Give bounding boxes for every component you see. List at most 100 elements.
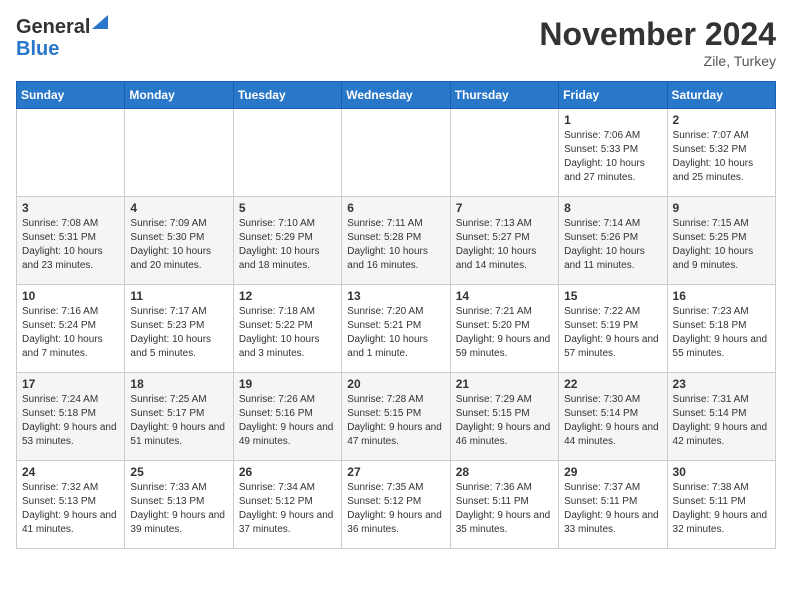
calendar-day-cell <box>233 109 341 197</box>
calendar-day-cell: 24Sunrise: 7:32 AM Sunset: 5:13 PM Dayli… <box>17 461 125 549</box>
calendar-day-cell: 27Sunrise: 7:35 AM Sunset: 5:12 PM Dayli… <box>342 461 450 549</box>
calendar-day-cell: 7 Sunrise: 7:13 AM Sunset: 5:27 PM Daylig… <box>450 197 558 285</box>
day-info: Sunrise: 7:11 AM Sunset: 5:28 PM Dayligh… <box>347 217 444 273</box>
day-number: 28 <box>456 465 553 479</box>
calendar-day-cell: 20 Sunrise: 7:28 AM Sunset: 5:15 PM Dayli… <box>342 373 450 461</box>
calendar-week-row: 3 Sunrise: 7:08 AM Sunset: 5:31 PM Daylig… <box>17 197 776 285</box>
day-number: 30 <box>673 465 770 479</box>
day-number: 13 <box>347 289 444 303</box>
calendar-day-cell: 4 Sunrise: 7:09 AM Sunset: 5:30 PM Daylig… <box>125 197 233 285</box>
calendar-week-row: 1 Sunrise: 7:06 AM Sunset: 5:33 PM Daylig… <box>17 109 776 197</box>
calendar-day-cell: 11 Sunrise: 7:17 AM Sunset: 5:23 PM Dayli… <box>125 285 233 373</box>
day-number: 6 <box>347 201 444 215</box>
day-number: 25 <box>130 465 227 479</box>
day-info: Sunrise: 7:37 AM Sunset: 5:11 PM Dayligh… <box>564 481 661 537</box>
day-number: 29 <box>564 465 661 479</box>
day-of-week-header: Wednesday <box>342 82 450 109</box>
day-number: 20 <box>347 377 444 391</box>
calendar-day-cell: 16Sunrise: 7:23 AM Sunset: 5:18 PM Dayli… <box>667 285 775 373</box>
day-info: Sunrise: 7:10 AM Sunset: 5:29 PM Dayligh… <box>239 217 336 273</box>
day-info: Sunrise: 7:07 AM Sunset: 5:32 PM Dayligh… <box>673 129 770 185</box>
calendar-day-cell: 29 Sunrise: 7:37 AM Sunset: 5:11 PM Dayli… <box>559 461 667 549</box>
day-info: Sunrise: 7:21 AM Sunset: 5:20 PM Dayligh… <box>456 305 553 361</box>
calendar-day-cell: 5 Sunrise: 7:10 AM Sunset: 5:29 PM Daylig… <box>233 197 341 285</box>
logo-text-blue: Blue <box>16 38 90 60</box>
day-number: 14 <box>456 289 553 303</box>
calendar-day-cell: 30Sunrise: 7:38 AM Sunset: 5:11 PM Dayli… <box>667 461 775 549</box>
day-number: 26 <box>239 465 336 479</box>
day-number: 3 <box>22 201 119 215</box>
day-number: 21 <box>456 377 553 391</box>
calendar-day-cell: 12 Sunrise: 7:18 AM Sunset: 5:22 PM Dayli… <box>233 285 341 373</box>
day-info: Sunrise: 7:22 AM Sunset: 5:19 PM Dayligh… <box>564 305 661 361</box>
day-info: Sunrise: 7:26 AM Sunset: 5:16 PM Dayligh… <box>239 393 336 449</box>
day-info: Sunrise: 7:09 AM Sunset: 5:30 PM Dayligh… <box>130 217 227 273</box>
calendar-day-cell: 2 Sunrise: 7:07 AM Sunset: 5:32 PM Daylig… <box>667 109 775 197</box>
day-info: Sunrise: 7:30 AM Sunset: 5:14 PM Dayligh… <box>564 393 661 449</box>
day-of-week-header: Tuesday <box>233 82 341 109</box>
day-of-week-header: Sunday <box>17 82 125 109</box>
day-of-week-header: Monday <box>125 82 233 109</box>
day-number: 11 <box>130 289 227 303</box>
day-of-week-header: Saturday <box>667 82 775 109</box>
day-number: 27 <box>347 465 444 479</box>
day-info: Sunrise: 7:34 AM Sunset: 5:12 PM Dayligh… <box>239 481 336 537</box>
calendar-day-cell <box>125 109 233 197</box>
logo-text-general: General <box>16 16 90 38</box>
title-block: November 2024 Zile, Turkey <box>539 16 776 69</box>
day-number: 5 <box>239 201 336 215</box>
calendar-header-row: SundayMondayTuesdayWednesdayThursdayFrid… <box>17 82 776 109</box>
day-info: Sunrise: 7:08 AM Sunset: 5:31 PM Dayligh… <box>22 217 119 273</box>
calendar-day-cell: 9 Sunrise: 7:15 AM Sunset: 5:25 PM Daylig… <box>667 197 775 285</box>
calendar-day-cell: 22 Sunrise: 7:30 AM Sunset: 5:14 PM Dayli… <box>559 373 667 461</box>
calendar-day-cell: 15Sunrise: 7:22 AM Sunset: 5:19 PM Dayli… <box>559 285 667 373</box>
calendar-day-cell: 25 Sunrise: 7:33 AM Sunset: 5:13 PM Dayli… <box>125 461 233 549</box>
calendar-day-cell: 17 Sunrise: 7:24 AM Sunset: 5:18 PM Dayli… <box>17 373 125 461</box>
calendar-day-cell: 19 Sunrise: 7:26 AM Sunset: 5:16 PM Dayli… <box>233 373 341 461</box>
calendar-day-cell: 3 Sunrise: 7:08 AM Sunset: 5:31 PM Daylig… <box>17 197 125 285</box>
day-info: Sunrise: 7:29 AM Sunset: 5:15 PM Dayligh… <box>456 393 553 449</box>
day-number: 22 <box>564 377 661 391</box>
day-info: Sunrise: 7:06 AM Sunset: 5:33 PM Dayligh… <box>564 129 661 185</box>
day-info: Sunrise: 7:16 AM Sunset: 5:24 PM Dayligh… <box>22 305 119 361</box>
day-info: Sunrise: 7:17 AM Sunset: 5:23 PM Dayligh… <box>130 305 227 361</box>
day-info: Sunrise: 7:15 AM Sunset: 5:25 PM Dayligh… <box>673 217 770 273</box>
calendar-day-cell: 10Sunrise: 7:16 AM Sunset: 5:24 PM Dayli… <box>17 285 125 373</box>
day-info: Sunrise: 7:36 AM Sunset: 5:11 PM Dayligh… <box>456 481 553 537</box>
calendar-day-cell: 18 Sunrise: 7:25 AM Sunset: 5:17 PM Dayli… <box>125 373 233 461</box>
day-number: 17 <box>22 377 119 391</box>
day-info: Sunrise: 7:33 AM Sunset: 5:13 PM Dayligh… <box>130 481 227 537</box>
day-number: 9 <box>673 201 770 215</box>
calendar-day-cell: 13 Sunrise: 7:20 AM Sunset: 5:21 PM Dayli… <box>342 285 450 373</box>
page-header: General Blue November 2024 Zile, Turkey <box>16 16 776 69</box>
day-number: 19 <box>239 377 336 391</box>
calendar-day-cell: 28 Sunrise: 7:36 AM Sunset: 5:11 PM Dayli… <box>450 461 558 549</box>
calendar-day-cell <box>450 109 558 197</box>
calendar-day-cell: 14 Sunrise: 7:21 AM Sunset: 5:20 PM Dayli… <box>450 285 558 373</box>
day-number: 23 <box>673 377 770 391</box>
day-info: Sunrise: 7:32 AM Sunset: 5:13 PM Dayligh… <box>22 481 119 537</box>
day-info: Sunrise: 7:20 AM Sunset: 5:21 PM Dayligh… <box>347 305 444 361</box>
day-number: 4 <box>130 201 227 215</box>
day-info: Sunrise: 7:14 AM Sunset: 5:26 PM Dayligh… <box>564 217 661 273</box>
day-number: 12 <box>239 289 336 303</box>
day-number: 16 <box>673 289 770 303</box>
day-info: Sunrise: 7:28 AM Sunset: 5:15 PM Dayligh… <box>347 393 444 449</box>
day-number: 7 <box>456 201 553 215</box>
day-number: 8 <box>564 201 661 215</box>
calendar-day-cell: 23 Sunrise: 7:31 AM Sunset: 5:14 PM Dayli… <box>667 373 775 461</box>
calendar-table: SundayMondayTuesdayWednesdayThursdayFrid… <box>16 81 776 549</box>
calendar-day-cell: 8 Sunrise: 7:14 AM Sunset: 5:26 PM Daylig… <box>559 197 667 285</box>
day-info: Sunrise: 7:31 AM Sunset: 5:14 PM Dayligh… <box>673 393 770 449</box>
calendar-week-row: 17 Sunrise: 7:24 AM Sunset: 5:18 PM Dayli… <box>17 373 776 461</box>
day-info: Sunrise: 7:24 AM Sunset: 5:18 PM Dayligh… <box>22 393 119 449</box>
day-info: Sunrise: 7:25 AM Sunset: 5:17 PM Dayligh… <box>130 393 227 449</box>
day-info: Sunrise: 7:18 AM Sunset: 5:22 PM Dayligh… <box>239 305 336 361</box>
calendar-day-cell <box>342 109 450 197</box>
day-number: 18 <box>130 377 227 391</box>
month-title: November 2024 <box>539 16 776 53</box>
day-number: 2 <box>673 113 770 127</box>
location-subtitle: Zile, Turkey <box>539 53 776 69</box>
day-info: Sunrise: 7:13 AM Sunset: 5:27 PM Dayligh… <box>456 217 553 273</box>
day-number: 1 <box>564 113 661 127</box>
